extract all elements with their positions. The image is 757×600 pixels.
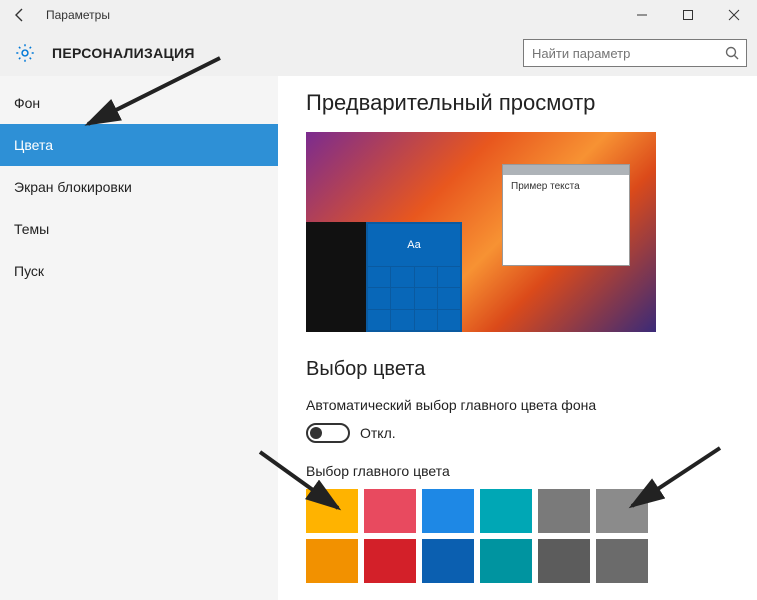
main-color-label: Выбор главного цвета — [306, 463, 737, 479]
color-swatch-grid — [306, 489, 737, 583]
search-input[interactable] — [523, 39, 747, 67]
color-swatch[interactable] — [306, 489, 358, 533]
color-swatch[interactable] — [364, 539, 416, 583]
preview-taskbar — [306, 222, 366, 332]
window-controls — [619, 0, 757, 30]
content-pane: Предварительный просмотр Aa Пример текст… — [278, 76, 757, 600]
preview-tile-large: Aa — [368, 224, 460, 266]
auto-color-toggle[interactable] — [306, 423, 350, 443]
window-title: Параметры — [46, 8, 110, 22]
color-swatch[interactable] — [538, 489, 590, 533]
titlebar: Параметры — [0, 0, 757, 30]
color-swatch[interactable] — [480, 539, 532, 583]
auto-color-label: Автоматический выбор главного цвета фона — [306, 397, 737, 413]
search-icon — [724, 45, 740, 61]
color-swatch[interactable] — [480, 489, 532, 533]
search-field[interactable] — [532, 46, 724, 61]
sidebar-item-background[interactable]: Фон — [0, 82, 278, 124]
sidebar-item-label: Пуск — [14, 263, 44, 279]
header: ПЕРСОНАЛИЗАЦИЯ — [0, 30, 757, 76]
color-swatch[interactable] — [538, 539, 590, 583]
sidebar-item-themes[interactable]: Темы — [0, 208, 278, 250]
preview-thumbnail: Aa Пример текста — [306, 132, 656, 332]
preview-sample-text: Пример текста — [503, 175, 629, 198]
sidebar-item-label: Темы — [14, 221, 49, 237]
sidebar-item-start[interactable]: Пуск — [0, 250, 278, 292]
color-swatch[interactable] — [364, 489, 416, 533]
maximize-button[interactable] — [665, 0, 711, 30]
gear-icon — [14, 42, 36, 64]
sidebar-item-label: Экран блокировки — [14, 179, 132, 195]
color-swatch[interactable] — [596, 489, 648, 533]
sidebar-item-label: Фон — [14, 95, 40, 111]
color-swatch[interactable] — [596, 539, 648, 583]
toggle-state-label: Откл. — [360, 425, 396, 441]
sidebar: Фон Цвета Экран блокировки Темы Пуск — [0, 76, 278, 600]
color-swatch[interactable] — [306, 539, 358, 583]
minimize-button[interactable] — [619, 0, 665, 30]
preview-start-menu: Aa — [366, 222, 462, 332]
sidebar-item-lockscreen[interactable]: Экран блокировки — [0, 166, 278, 208]
section-title: ПЕРСОНАЛИЗАЦИЯ — [52, 45, 195, 61]
sidebar-item-label: Цвета — [14, 137, 53, 153]
preview-sample-window: Пример текста — [502, 164, 630, 266]
color-swatch[interactable] — [422, 489, 474, 533]
preview-heading: Предварительный просмотр — [306, 90, 737, 116]
sidebar-item-colors[interactable]: Цвета — [0, 124, 278, 166]
close-button[interactable] — [711, 0, 757, 30]
choose-color-heading: Выбор цвета — [306, 358, 737, 381]
back-button[interactable] — [8, 3, 32, 27]
color-swatch[interactable] — [422, 539, 474, 583]
